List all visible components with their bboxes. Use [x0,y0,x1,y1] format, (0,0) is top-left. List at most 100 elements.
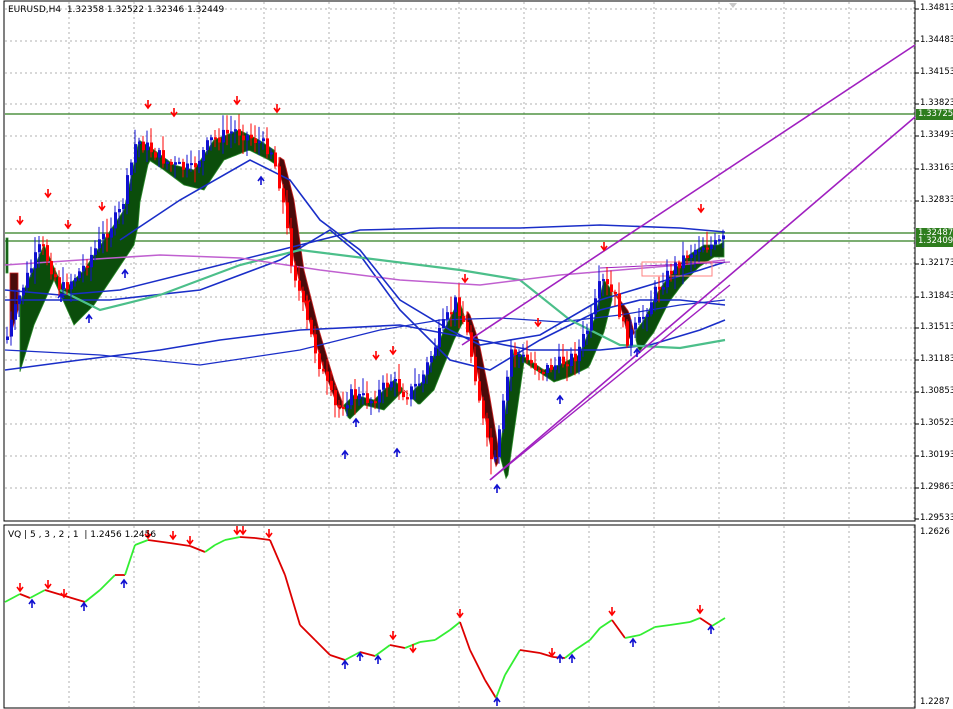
candle-body [194,163,197,168]
candle-body [522,354,525,357]
down-arrow-icon [169,531,177,541]
vq-segment [224,536,241,541]
scroll-marker-icon[interactable] [729,3,737,8]
up-arrow-icon [120,578,128,588]
candle-body [66,282,69,290]
candle-body [606,279,609,285]
vq-segment [611,619,626,639]
vq-indicator [4,526,726,706]
vq-segment [4,593,21,603]
candle-body [46,245,49,261]
candle-body [574,353,577,362]
price-tick-label: 1.32833 [920,195,953,205]
price-tick-label: 1.31513 [920,322,953,332]
candle-body [478,381,481,401]
vq-segment [504,649,521,676]
candle-body [370,401,373,404]
vq-segment [689,617,701,623]
candle-body [470,332,473,357]
candle-body [346,405,349,409]
candle-body [142,141,145,151]
vq-segment [84,589,101,603]
candle-body [450,312,453,315]
candle-body [514,349,517,355]
candle-body [618,293,621,318]
candle-body [198,161,201,168]
candle-body [602,279,605,282]
candle-body [694,249,697,255]
candle-body [138,141,141,145]
price-channel [461,44,916,481]
candle-body [58,277,61,290]
candle-body [222,129,225,143]
candle-body [218,137,221,143]
candle-body [238,129,241,136]
candle-body [326,371,329,381]
price-tick-label: 1.29863 [920,482,953,492]
candle-body [558,356,561,366]
candle-body [354,389,357,400]
candle-body [638,317,641,323]
candle-body [598,281,601,299]
candle-body [582,334,585,347]
candle-body [162,150,165,164]
candle-body [502,400,505,430]
candle-body [442,319,445,329]
candle-body [378,389,381,403]
vq-segment [134,539,149,546]
candle-body [74,278,77,282]
candle-body [342,406,345,409]
chart-canvas[interactable] [0,0,953,709]
down-arrow-icon [461,274,469,284]
candle-body [466,322,469,333]
candle-body [718,239,721,242]
candle-body [482,400,485,419]
cloud-segment [635,240,725,352]
candle-body [154,152,157,158]
candle-body [670,270,673,275]
candle-body [34,252,37,269]
candle-body [434,347,437,356]
candle-body [322,368,325,372]
down-arrow-icon [389,631,397,641]
down-arrow-icon [98,202,106,212]
vq-segment [654,624,671,628]
candle-body [282,188,285,203]
candle-body [70,281,73,290]
down-arrow-icon [16,583,24,593]
vq-segment [169,542,191,547]
candle-body [78,271,81,279]
candle-body [294,265,297,281]
price-tick-label: 1.31183 [920,354,953,364]
vq-segment [469,649,486,681]
candle-body [190,163,193,166]
vq-segment [19,593,31,599]
price-tick-label: 1.33493 [920,130,953,140]
candle-body [410,386,413,400]
down-arrow-icon [548,648,556,658]
candle-body [658,286,661,290]
candle-body [266,138,269,155]
candle-body [42,244,45,247]
candle-body [226,129,229,134]
vq-segment [639,626,656,636]
vq-segment [124,544,136,576]
up-arrow-icon [556,653,564,663]
candle-body [554,365,557,370]
candle-body [178,161,181,164]
candle-body [150,142,153,153]
vq-segment [419,639,436,643]
down-arrow-icon [16,216,24,226]
candle-body [610,284,613,292]
down-arrow-icon [697,204,705,214]
price-tick-label: 1.32173 [920,258,953,268]
vq-segment [711,617,726,627]
vq-segment [29,589,46,599]
candle-body [230,131,233,134]
down-arrow-icon [273,104,281,114]
price-tick-label: 1.33823 [920,98,953,108]
candle-body [714,240,717,245]
candle-body [30,268,33,273]
candle-body [486,418,489,438]
candle-body [678,262,681,269]
